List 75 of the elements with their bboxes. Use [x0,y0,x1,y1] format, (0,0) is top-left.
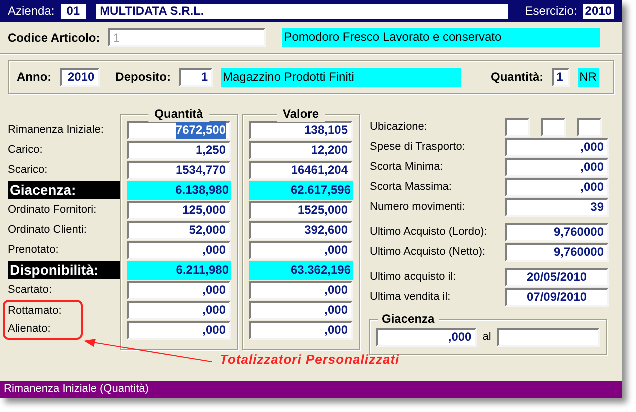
year-filter-label: Anno: [17,69,52,86]
detail-field[interactable]: 39 [505,198,609,216]
row-label: Ordinato Fornitori: [8,202,97,218]
row-label: Scartato: [8,282,52,298]
row-label: Scarico: [8,162,48,178]
year-field[interactable]: 2010 [60,68,100,86]
total-value: 63.362,196 [249,260,353,280]
value-field[interactable]: 1534,770 [127,160,231,180]
group-title: Valore [276,106,326,122]
value-field[interactable]: 138,105 [249,120,353,140]
row-label: Rottamato: [8,304,62,319]
row-label: Carico: [8,142,43,158]
detail-label: Ultimo Acquisto (Lordo): [370,224,488,240]
detail-label: Numero movimenti: [370,200,466,215]
detail-label: Ubicazione: [370,120,428,135]
detail-label: Scorta Massima: [370,180,453,195]
year-label: Esercizio: [525,3,578,20]
location-field[interactable] [577,118,602,136]
value-field[interactable]: 1,250 [127,140,231,160]
value-field[interactable]: 392,600 [249,220,353,240]
total-value: 6.211,980 [127,260,231,280]
status-text: Rimanenza Iniziale (Quantità) [4,382,149,398]
value-field[interactable]: 12,200 [249,140,353,160]
value-field[interactable]: ,000 [249,320,353,340]
date-field[interactable]: 07/09/2010 [505,288,609,306]
warehouse-label: Deposito: [116,69,171,86]
row-label: Prenotato: [8,242,59,258]
total-value: 62.617,596 [249,180,353,200]
value-field[interactable]: ,000 [249,300,353,320]
value-field[interactable]: ,000 [127,240,231,260]
detail-label: Ultima vendita il: [370,290,452,305]
annotation-text: Totalizzatori Personalizzati [220,351,400,369]
detail-label: Ultimo Acquisto (Netto): [370,244,487,260]
warehouse-code-field[interactable]: 1 [179,68,213,86]
row-label: Alienato: [8,322,51,337]
quantity-field[interactable]: 1 [552,68,570,86]
date-field[interactable] [497,328,600,346]
value-field[interactable]: ,000 [127,320,231,340]
date-field[interactable]: 20/05/2010 [505,268,609,286]
detail-label: Scorta Minima: [370,160,444,175]
detail-field[interactable]: ,000 [505,158,609,176]
detail-field[interactable]: ,000 [505,178,609,196]
row-label: Rimanenza Iniziale: [8,122,104,138]
detail-field[interactable]: ,000 [505,138,609,156]
total-label: Giacenza: [8,181,120,199]
detail-field[interactable]: 9,760000 [505,222,609,242]
detail-label: Ultimo acquisto il: [370,270,458,285]
company-label: Azienda: [8,3,55,20]
value-field[interactable]: ,000 [127,300,231,320]
value-field[interactable]: ,000 [127,280,231,300]
value-field[interactable]: ,000 [249,240,353,260]
value-field[interactable]: 125,000 [127,200,231,220]
row-label: Ordinato Clienti: [8,222,87,238]
group-title: Quantità [148,106,210,122]
location-field[interactable] [541,118,566,136]
detail-field[interactable]: 9,760000 [505,242,609,262]
stock-value-field[interactable]: ,000 [376,328,477,346]
unit-label: NR [578,68,599,86]
article-description: Pomodoro Fresco Lavorato e conservato [282,28,600,47]
value-field[interactable]: ,000 [249,280,353,300]
company-code: 01 [60,4,86,18]
connector-label: al [482,330,492,345]
company-name: MULTIDATA S.R.L. [96,4,508,18]
value-field[interactable]: 16461,204 [249,160,353,180]
quantity-label: Quantità: [490,69,544,86]
value-field[interactable]: 52,000 [127,220,231,240]
total-value: 6.138,980 [127,180,231,200]
location-field[interactable] [505,118,530,136]
warehouse-name: Magazzino Prodotti Finiti [221,68,461,86]
value-field[interactable]: 7672,500 [127,120,231,140]
total-label: Disponibilità: [8,261,120,279]
article-label: Codice Articolo: [8,30,100,46]
detail-label: Spese di Trasporto: [370,140,466,155]
value-field[interactable]: 1525,000 [249,200,353,220]
year-value: 2010 [583,4,614,18]
